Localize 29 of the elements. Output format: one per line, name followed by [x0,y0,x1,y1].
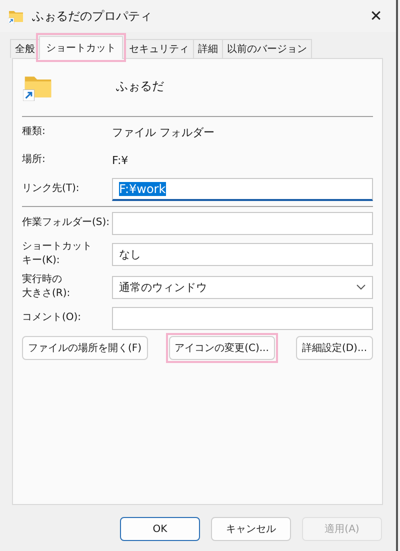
field-label: リンク先(T): [22,182,80,196]
action-button[interactable]: アイコンの変更(C)... [168,336,275,360]
input-field[interactable] [112,212,373,234]
dialog-button[interactable]: OK [120,517,200,541]
target-field[interactable]: F:¥work [112,178,373,200]
action-button[interactable]: 詳細設定(D)... [296,336,373,360]
shortcut-name: ふぉるだ [116,78,164,94]
chevron-icon [356,284,366,290]
dialog-button[interactable]: キャンセル [211,517,291,541]
close-button[interactable]: ✕ [356,1,396,31]
tab[interactable]: 全般 [10,39,40,58]
folder-icon [8,8,24,24]
field-label: 種類: [22,125,46,139]
field-value: F:¥ [112,154,128,166]
field-label: 作業フォルダー(S): [22,216,111,230]
field-value: ファイル フォルダー [112,124,214,140]
input-field[interactable]: なし [112,242,373,266]
field-label: 実行時の [22,273,63,287]
input-field[interactable] [112,306,373,330]
field-label: 大きさ(R): [22,287,72,301]
field-label: ショートカット [22,240,93,254]
field-label: 場所: [22,153,46,167]
tab[interactable]: ショートカット [39,36,123,59]
tab[interactable]: 以前のバージョン [222,39,312,58]
action-button[interactable]: ファイルの場所を開く(F) [22,336,148,360]
field-label: キー(K): [22,254,61,268]
dropdown[interactable]: 通常のウィンドウ [112,276,373,298]
window-title: ふぉるだのプロパティ [32,8,153,24]
field-label: コメント(O): [22,311,82,325]
